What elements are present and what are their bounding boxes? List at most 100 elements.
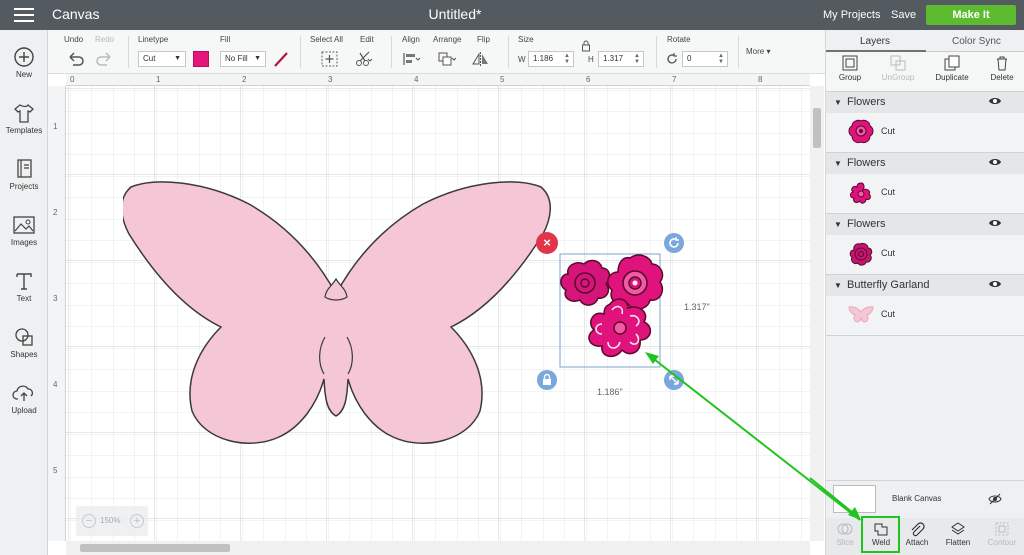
ruler-number: 3 <box>53 294 58 303</box>
sidebar-item-label: Upload <box>11 406 37 415</box>
size-label: Size <box>518 35 534 44</box>
collapse-caret-icon[interactable]: ▼ <box>834 159 842 168</box>
zoom-out-button[interactable]: − <box>82 514 96 528</box>
linetype-label: Linetype <box>138 35 169 44</box>
sidebar-item-new[interactable]: New <box>0 46 48 79</box>
blank-canvas-swatch[interactable] <box>833 485 876 513</box>
flower-thumbnail <box>848 119 874 144</box>
horizontal-scrollbar[interactable] <box>66 541 810 555</box>
height-prefix: H <box>588 55 594 64</box>
flip-icon[interactable] <box>470 50 492 68</box>
trash-icon <box>997 56 1007 71</box>
lock-icon[interactable] <box>581 40 591 52</box>
duplicate-button[interactable]: Duplicate <box>928 55 976 82</box>
resize-handle-icon[interactable] <box>663 369 685 391</box>
save-link[interactable]: Save <box>891 9 916 21</box>
vertical-scrollbar[interactable] <box>810 86 824 541</box>
panel-tabs: Layers Color Sync <box>826 30 1024 52</box>
rotate-input[interactable]: 0 ▲ ▼ <box>682 51 728 67</box>
collapse-caret-icon[interactable]: ▼ <box>834 281 842 290</box>
scroll-thumb[interactable] <box>80 544 230 552</box>
arrange-icon[interactable] <box>436 50 458 68</box>
shapes-icon <box>15 328 33 346</box>
make-it-button[interactable]: Make It <box>926 5 1016 25</box>
eye-hidden-icon[interactable] <box>988 493 1002 505</box>
flowers-group[interactable] <box>558 254 673 374</box>
sidebar-item-shapes[interactable]: Shapes <box>0 326 48 359</box>
text-icon <box>16 273 32 290</box>
layer-item[interactable]: Cut <box>826 113 1024 152</box>
linetype-color-swatch[interactable] <box>193 51 209 67</box>
butterfly-thumbnail <box>848 306 874 323</box>
eye-icon[interactable] <box>988 218 1002 228</box>
group-button[interactable]: Group <box>826 55 874 82</box>
chevron-down-icon: ▼ <box>254 55 261 62</box>
layer-item[interactable]: Cut <box>826 235 1024 274</box>
image-icon <box>13 216 35 234</box>
sidebar-item-label: Templates <box>5 126 43 135</box>
align-label: Align <box>402 35 420 44</box>
sidebar-item-label: New <box>15 70 32 79</box>
scroll-thumb[interactable] <box>813 108 821 148</box>
sidebar-item-upload[interactable]: Upload <box>0 382 48 415</box>
layer-group[interactable]: ▼ Flowers Cut <box>826 153 1024 214</box>
sidebar-item-images[interactable]: Images <box>0 214 48 247</box>
contour-icon <box>995 522 1009 536</box>
group-label: Group <box>838 73 862 82</box>
layer-group[interactable]: ▼ Butterfly Garland Cut <box>826 275 1024 336</box>
collapse-caret-icon[interactable]: ▼ <box>834 98 842 107</box>
ungroup-button[interactable]: UnGroup <box>874 55 922 82</box>
layer-item[interactable]: Cut <box>826 174 1024 213</box>
butterfly-shape[interactable] <box>123 179 553 454</box>
contour-label: Contour <box>987 538 1017 547</box>
contour-button[interactable]: Contour <box>984 521 1020 547</box>
flatten-label: Flatten <box>945 538 971 547</box>
collapse-caret-icon[interactable]: ▼ <box>834 220 842 229</box>
toolbar-divider <box>391 36 392 68</box>
my-projects-link[interactable]: My Projects <box>823 9 880 21</box>
height-input[interactable]: 1.317 ▲ ▼ <box>598 51 644 67</box>
redo-icon[interactable] <box>94 50 116 68</box>
lock-handle-icon[interactable] <box>536 369 558 391</box>
flatten-button[interactable]: Flatten <box>940 521 976 547</box>
tab-layers[interactable]: Layers <box>860 36 890 47</box>
edit-scissors-icon[interactable] <box>354 50 376 68</box>
select-all-icon[interactable] <box>319 50 341 68</box>
layer-group-name: Flowers <box>847 157 886 169</box>
sidebar-item-text[interactable]: Text <box>0 270 48 303</box>
eye-icon[interactable] <box>988 96 1002 106</box>
sidebar-item-label: Images <box>10 238 38 247</box>
width-input[interactable]: 1.186 ▲ ▼ <box>528 51 574 67</box>
layer-group[interactable]: ▼ Flowers Cut <box>826 214 1024 275</box>
sidebar-item-projects[interactable]: Projects <box>0 158 48 191</box>
attach-button[interactable]: Attach <box>899 521 935 547</box>
undo-icon[interactable] <box>64 50 86 68</box>
left-sidebar: New Templates Projects Images Text Shape… <box>0 30 48 555</box>
delete-button[interactable]: Delete <box>978 55 1024 82</box>
fill-color-swatch-icon[interactable] <box>270 50 292 68</box>
height-dimension-label: 1.317" <box>684 302 710 312</box>
linetype-select[interactable]: Cut ▼ <box>138 51 186 67</box>
rotate-handle-icon[interactable] <box>663 232 685 254</box>
more-menu[interactable]: More ▾ <box>746 47 770 56</box>
zoom-in-button[interactable]: + <box>130 514 144 528</box>
delete-handle-icon[interactable]: × <box>536 232 558 254</box>
tab-color-sync[interactable]: Color Sync <box>952 36 1001 47</box>
eye-icon[interactable] <box>988 279 1002 289</box>
sidebar-item-templates[interactable]: Templates <box>0 102 48 135</box>
layer-group[interactable]: ▼ Flowers Cut <box>826 92 1024 153</box>
eye-icon[interactable] <box>988 157 1002 167</box>
layer-operation: Cut <box>881 187 896 197</box>
design-canvas[interactable]: 0 1 2 3 4 5 6 7 8 1 2 3 4 5 × 1.317" 1.1… <box>48 74 824 555</box>
slice-button[interactable]: Slice <box>827 521 863 547</box>
ruler-left: 1 2 3 4 5 <box>48 86 66 541</box>
fill-select[interactable]: No Fill ▼ <box>220 51 266 67</box>
duplicate-label: Duplicate <box>935 73 969 82</box>
toolbar-divider <box>300 36 301 68</box>
ruler-number: 6 <box>586 75 591 84</box>
bottom-toolbar: Slice Weld Attach Flatten Contour <box>826 518 1024 555</box>
toolbar-divider <box>738 36 739 68</box>
align-icon[interactable] <box>401 50 423 68</box>
blank-canvas-layer[interactable]: Blank Canvas <box>826 480 1024 518</box>
layer-item[interactable]: Cut <box>826 296 1024 335</box>
